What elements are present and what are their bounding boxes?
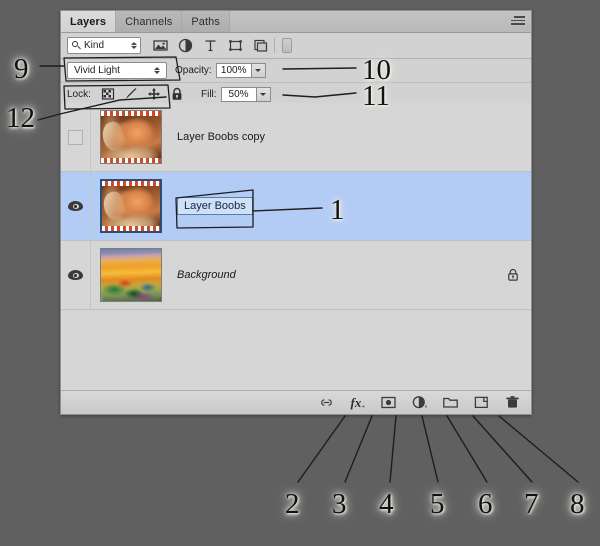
layer-filter-row: Kind <box>61 33 531 59</box>
filter-adjustment-layers-icon[interactable] <box>178 38 193 53</box>
fill-label: Fill: <box>201 88 217 100</box>
layer-thumbnail[interactable] <box>100 110 162 164</box>
new-group-icon[interactable] <box>442 394 459 411</box>
lock-image-pixels-icon[interactable] <box>124 87 138 101</box>
tab-layers[interactable]: Layers <box>61 11 117 32</box>
lock-position-icon[interactable] <box>147 87 161 101</box>
layers-bottom-toolbar: fx <box>61 390 531 414</box>
link-layers-icon[interactable] <box>318 394 335 411</box>
filter-type-icons <box>153 38 268 53</box>
annotation-number-1: 1 <box>330 194 345 226</box>
eye-hidden-icon[interactable] <box>68 129 83 145</box>
lock-transparent-pixels-icon[interactable] <box>101 87 115 101</box>
lock-buttons <box>101 87 184 101</box>
blend-mode-row: Vivid Light Opacity: 100% <box>61 59 531 83</box>
annotation-number-6: 6 <box>478 488 493 520</box>
thumbnail-image <box>101 111 161 163</box>
layer-thumbnail[interactable] <box>100 248 162 302</box>
opacity-label: Opacity: <box>175 65 212 76</box>
selection-ants-top <box>101 111 161 116</box>
layer-name: Background <box>177 269 236 281</box>
annotation-number-3: 3 <box>332 488 347 520</box>
table-row[interactable]: Layer Boobs <box>61 172 531 241</box>
filter-type-layers-icon[interactable] <box>203 38 218 53</box>
selection-ants-bottom <box>101 158 161 163</box>
thumbnail-image <box>102 181 160 231</box>
blend-mode-value: Vivid Light <box>74 65 120 76</box>
filter-separator <box>274 38 275 53</box>
layer-visibility-toggle[interactable] <box>61 241 91 309</box>
tab-paths-label: Paths <box>191 15 220 28</box>
layer-thumbnail-cell <box>91 248 171 302</box>
tab-channels[interactable]: Channels <box>116 11 183 32</box>
layer-visibility-toggle[interactable] <box>61 103 91 171</box>
layer-name: Layer Boobs copy <box>177 131 266 143</box>
lock-all-icon[interactable] <box>170 87 184 101</box>
tab-channels-label: Channels <box>125 15 173 28</box>
layer-thumbnail-cell <box>91 110 171 164</box>
layer-name-input[interactable]: Layer Boobs <box>177 197 253 215</box>
delete-layer-icon[interactable] <box>504 394 521 411</box>
opacity-control: Opacity: 100% <box>175 63 266 78</box>
layer-style-fx-icon[interactable]: fx <box>349 394 366 411</box>
filter-smart-object-layers-icon[interactable] <box>253 38 268 53</box>
filter-shape-layers-icon[interactable] <box>228 38 243 53</box>
add-layer-mask-icon[interactable] <box>380 394 397 411</box>
filter-pixel-layers-icon[interactable] <box>153 38 168 53</box>
table-row[interactable]: Layer Boobs copy <box>61 103 531 172</box>
layer-name-cell[interactable]: Layer Boobs copy <box>171 131 531 143</box>
table-row[interactable]: Background <box>61 241 531 310</box>
layer-thumbnail-cell <box>91 179 171 233</box>
eye-visible-icon[interactable] <box>68 270 83 280</box>
layers-panel: Layers Channels Paths Kind Vivid Light O… <box>60 10 532 415</box>
eye-visible-icon[interactable] <box>68 201 83 211</box>
layer-list: Layer Boobs copy Layer Boobs Background <box>61 103 531 391</box>
screenshot-root: Layers Channels Paths Kind Vivid Light O… <box>0 0 600 546</box>
layer-locked-icon <box>507 268 519 282</box>
annotation-number-2: 2 <box>285 488 300 520</box>
tab-layers-label: Layers <box>70 15 107 28</box>
annotation-number-12: 12 <box>6 102 35 134</box>
tab-paths[interactable]: Paths <box>182 11 230 32</box>
updown-stepper-icon[interactable] <box>129 41 138 50</box>
fill-dropdown-arrow[interactable] <box>256 86 271 102</box>
layer-name-cell[interactable]: Layer Boobs <box>171 197 531 215</box>
thumbnail-image <box>101 249 161 301</box>
fill-input[interactable]: 50% <box>220 86 257 102</box>
lock-label: Lock: <box>67 88 91 100</box>
annotation-number-9: 9 <box>14 53 29 85</box>
new-layer-icon[interactable] <box>473 394 490 411</box>
annotation-number-4: 4 <box>379 488 394 520</box>
search-icon <box>72 41 81 50</box>
blend-mode-dropdown[interactable]: Vivid Light <box>67 62 167 79</box>
layer-name-cell[interactable]: Background <box>171 268 531 282</box>
annotation-number-5: 5 <box>430 488 445 520</box>
panel-tab-bar: Layers Channels Paths <box>61 11 531 33</box>
layer-thumbnail[interactable] <box>100 179 162 233</box>
svg-text:fx: fx <box>351 395 362 410</box>
annotation-number-7: 7 <box>524 488 539 520</box>
layer-visibility-toggle[interactable] <box>61 172 91 240</box>
selection-ants-bottom <box>102 226 160 231</box>
tab-bar-filler <box>230 11 531 32</box>
annotation-number-11: 11 <box>362 80 390 112</box>
filter-toggle-switch[interactable] <box>282 38 292 53</box>
panel-menu-icon[interactable] <box>507 16 525 27</box>
annotation-number-8: 8 <box>570 488 585 520</box>
filter-kind-label: Kind <box>84 40 105 51</box>
opacity-dropdown-arrow[interactable] <box>251 63 266 78</box>
opacity-input[interactable]: 100% <box>215 63 252 78</box>
blend-mode-stepper-icon[interactable] <box>152 66 161 75</box>
selection-ants-top <box>102 181 160 186</box>
new-adjustment-layer-icon[interactable] <box>411 394 428 411</box>
filter-kind-dropdown[interactable]: Kind <box>67 37 141 54</box>
fill-control: Fill: 50% <box>201 86 271 102</box>
